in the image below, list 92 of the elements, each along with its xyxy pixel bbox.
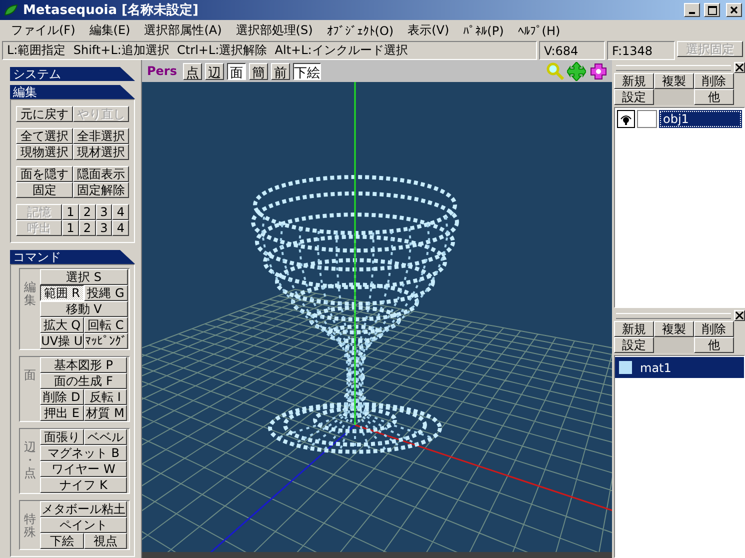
lock-toggle[interactable] [637, 110, 657, 128]
group-label: 編集 [23, 279, 37, 310]
3d-viewport[interactable] [142, 82, 612, 552]
menu-item[interactable]: ﾊﾟﾈﾙ(P) [456, 24, 511, 38]
panel-button[interactable]: 削除 [694, 321, 734, 337]
command-button[interactable]: メタボール粘土 [40, 501, 127, 517]
edit-button[interactable]: 面を隠す [16, 166, 72, 182]
edit-button[interactable]: 4 [112, 220, 130, 236]
edit-button[interactable]: 隠面表示 [72, 166, 129, 182]
menu-item[interactable]: 選択部処理(S) [228, 22, 320, 39]
panel-button[interactable]: 複製 [654, 73, 694, 89]
maximize-button[interactable] [704, 3, 720, 17]
panel-button[interactable]: 他 [694, 89, 734, 105]
command-button[interactable]: 選択 S [40, 269, 128, 285]
command-button[interactable]: 移動 V [40, 301, 128, 317]
menu-item[interactable]: 編集(E) [82, 22, 138, 39]
object-name[interactable]: obj1 [659, 110, 742, 128]
view-toggle[interactable]: 辺 [205, 62, 224, 80]
group-label: 辺・点 [23, 439, 37, 482]
panel-button[interactable]: 新規 [614, 73, 654, 89]
menu-item[interactable]: 表示(V) [400, 22, 456, 39]
close-icon [735, 63, 744, 72]
command-button[interactable]: 投縄 G [84, 285, 128, 301]
command-button[interactable]: 拡大 Q [40, 317, 84, 333]
visibility-toggle[interactable] [617, 110, 635, 128]
edit-button[interactable]: 現材選択 [72, 144, 129, 160]
panel-header[interactable]: コマンド [10, 250, 135, 264]
menu-item[interactable]: ｵﾌﾞｼﾞｪｸﾄ(O) [320, 24, 401, 38]
command-button[interactable]: 範囲 R [40, 285, 84, 301]
command-button[interactable]: 面張り [40, 429, 84, 445]
group-label: 特殊 [23, 511, 37, 542]
command-button[interactable]: ベベル [84, 429, 127, 445]
material-name: mat1 [640, 360, 672, 374]
edit-button[interactable]: 2 [78, 220, 96, 236]
panel-button[interactable]: 削除 [694, 73, 734, 89]
status-hint: L:範囲指定 Shift+L:追加選択 Ctrl+L:選択解除 Alt+L:インクルード選択 [2, 41, 537, 60]
edit-button[interactable]: 1 [62, 204, 79, 220]
command-button[interactable]: ペイント [40, 517, 127, 533]
edit-button[interactable]: 3 [96, 204, 112, 220]
command-button[interactable]: 回転 C [84, 317, 128, 333]
edit-button[interactable]: 元に戻す [16, 106, 72, 122]
view-toggle[interactable]: 簡 [249, 62, 268, 80]
panel-button[interactable]: 新規 [614, 321, 654, 337]
edit-button[interactable]: 現物選択 [16, 144, 72, 160]
material-item[interactable]: mat1 [615, 357, 744, 378]
edit-button[interactable]: 2 [78, 204, 96, 220]
edit-button[interactable]: 固定 [16, 182, 72, 198]
command-button[interactable]: 削除 D [40, 389, 84, 405]
edit-button[interactable]: 固定解除 [72, 182, 129, 198]
command-button[interactable]: ﾏｯﾋﾟﾝｸﾞ [84, 333, 128, 349]
view-toggle[interactable]: 面 [227, 62, 246, 80]
command-button[interactable]: マグネット B [40, 445, 127, 461]
close-button[interactable] [734, 62, 745, 73]
menu-item[interactable]: 選択部属性(A) [137, 22, 229, 39]
command-button[interactable]: 下絵 [40, 533, 84, 549]
eye-icon [620, 114, 632, 124]
command-button[interactable]: 面の生成 F [40, 373, 127, 389]
menu-item[interactable]: ファイル(F) [4, 22, 82, 39]
command-button[interactable]: 反転 I [84, 389, 127, 405]
panel-header[interactable]: システム [10, 67, 135, 81]
panel-button[interactable]: 設定 [614, 89, 654, 105]
minimize-button[interactable] [684, 3, 700, 17]
close-icon [730, 6, 738, 14]
panel-header[interactable]: 編集 [10, 85, 135, 99]
face-count: F:1348 [607, 41, 675, 60]
command-button[interactable]: ワイヤー W [40, 461, 127, 477]
command-button[interactable]: UV操 U [40, 333, 84, 349]
view-toggle[interactable]: 下絵 [293, 62, 321, 80]
command-button[interactable]: ナイフ K [40, 477, 127, 493]
edit-button[interactable]: 1 [62, 220, 79, 236]
command-button[interactable]: 材質 M [84, 405, 127, 421]
panel-button[interactable]: 設定 [614, 337, 654, 353]
panel-button[interactable]: 複製 [654, 321, 694, 337]
panel-button[interactable]: 他 [694, 337, 734, 353]
window-title: Metasequoia [名称未設定] [23, 2, 200, 19]
edit-button[interactable]: 全て選択 [16, 128, 72, 144]
edit-button[interactable]: 3 [96, 220, 112, 236]
command-button[interactable]: 視点 [84, 533, 127, 549]
close-icon [735, 311, 744, 320]
command-button[interactable]: 基本図形 P [40, 357, 127, 373]
edit-button[interactable]: 4 [112, 204, 130, 220]
view-toggle[interactable]: 点 [183, 62, 202, 80]
close-button[interactable] [734, 310, 745, 321]
group-label: 面 [23, 367, 37, 384]
command-button[interactable]: 押出 E [40, 405, 84, 421]
menu-item[interactable]: ﾍﾙﾌﾟ(H) [510, 24, 568, 38]
leaf-icon [3, 3, 19, 17]
projection-label[interactable]: Pers [147, 64, 177, 78]
vertex-count: V:684 [539, 41, 605, 60]
view-toggle[interactable]: 前 [271, 62, 290, 80]
edit-button[interactable]: 全非選択 [72, 128, 129, 144]
maximize-icon [708, 6, 716, 14]
